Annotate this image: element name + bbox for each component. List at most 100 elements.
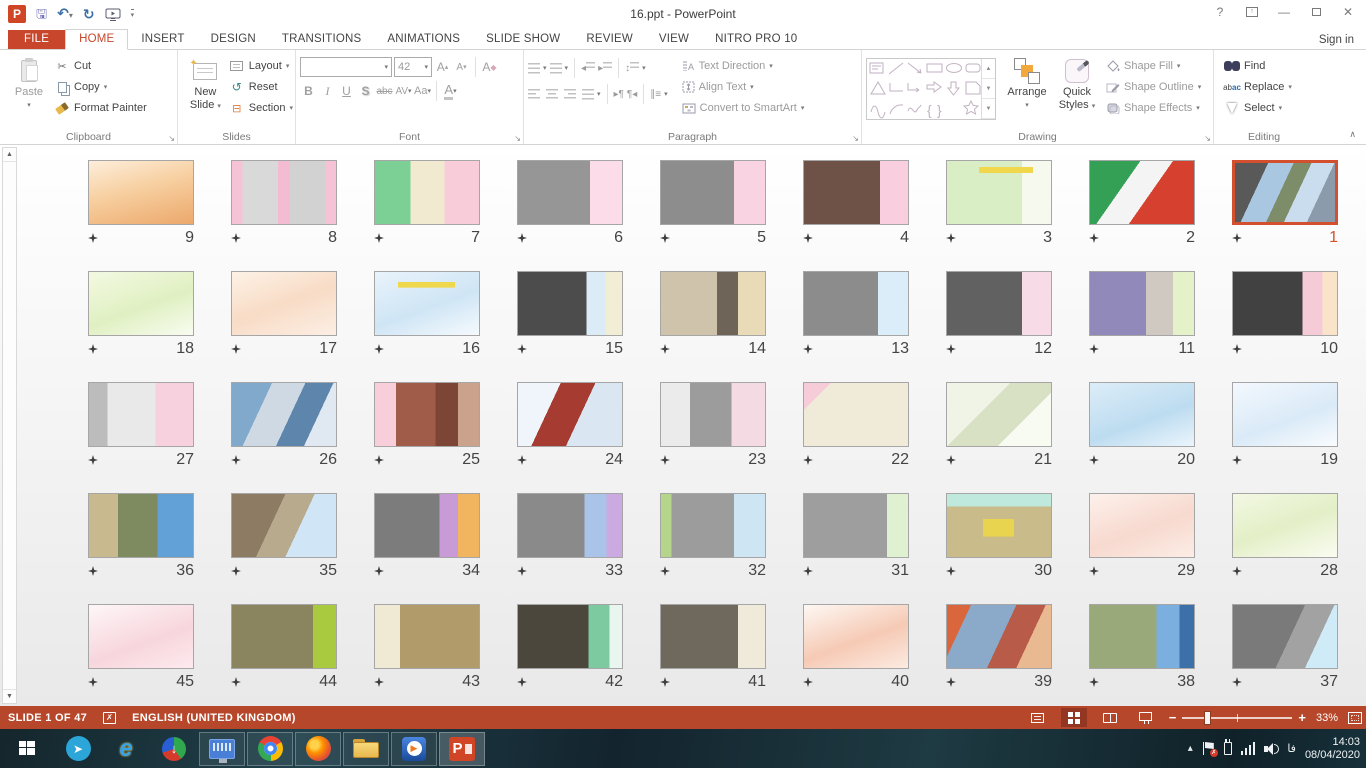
transition-star-icon[interactable] [517, 233, 527, 243]
shapes-gallery[interactable]: { } ▲ ▼ ▼ [866, 58, 996, 120]
taskbar-chrome[interactable] [247, 732, 293, 766]
scroll-up-icon[interactable]: ▲ [3, 148, 16, 162]
taskbar-media-player[interactable]: ▶ [391, 732, 437, 766]
shape-effects-button[interactable]: Shape Effects▾ [1106, 99, 1201, 117]
slide-thumbnail[interactable] [374, 382, 480, 447]
slide-thumbnail[interactable] [803, 160, 909, 225]
select-button[interactable]: Select▾ [1224, 99, 1292, 117]
slide-thumbnail[interactable] [1232, 604, 1338, 669]
italic-button[interactable]: I [319, 82, 336, 100]
transition-star-icon[interactable] [803, 344, 813, 354]
taskbar-telegram[interactable]: ➤ [55, 732, 101, 766]
transition-star-icon[interactable] [946, 455, 956, 465]
transition-star-icon[interactable] [1089, 233, 1099, 243]
slide-thumbnail[interactable] [517, 604, 623, 669]
transition-star-icon[interactable] [1089, 677, 1099, 687]
font-color-button[interactable]: A▾ [442, 82, 459, 100]
slide-thumbnail[interactable] [1089, 493, 1195, 558]
paragraph-dialog-launcher-icon[interactable]: ↘ [852, 134, 859, 143]
transition-star-icon[interactable] [803, 455, 813, 465]
ribbon-display-options-icon[interactable]: ↑ [1238, 2, 1266, 22]
copy-button[interactable]: Copy▾ [54, 78, 147, 96]
transition-star-icon[interactable] [660, 233, 670, 243]
transition-star-icon[interactable] [660, 566, 670, 576]
columns-icon[interactable]: ∥≡ [650, 89, 661, 100]
taskbar-firefox[interactable] [295, 732, 341, 766]
section-button[interactable]: ⊟Section▾ [229, 99, 293, 117]
transition-star-icon[interactable] [88, 455, 98, 465]
slide-show-button[interactable] [1133, 708, 1159, 727]
slide-thumbnail[interactable] [374, 160, 480, 225]
slide-thumbnail[interactable] [517, 493, 623, 558]
justify-icon[interactable] [582, 89, 594, 100]
convert-to-smartart-button[interactable]: Convert to SmartArt▾ [682, 99, 805, 117]
slide-thumbnail[interactable] [1232, 160, 1338, 225]
transition-star-icon[interactable] [88, 233, 98, 243]
transition-star-icon[interactable] [1232, 344, 1242, 354]
transition-star-icon[interactable] [88, 344, 98, 354]
slide-sorter-view-button[interactable] [1061, 708, 1087, 727]
replace-button[interactable]: abacReplace▾ [1224, 78, 1292, 96]
slide-thumbnail[interactable] [231, 604, 337, 669]
change-case-button[interactable]: Aa▾ [414, 82, 431, 100]
network-signal-icon[interactable] [1241, 742, 1256, 755]
increase-indent-icon[interactable]: ▸ [598, 62, 612, 74]
decrease-indent-icon[interactable]: ◂ [581, 62, 595, 74]
shape-outline-button[interactable]: Shape Outline▾ [1106, 78, 1201, 96]
language-indicator[interactable]: ENGLISH (UNITED KINGDOM) [132, 712, 296, 724]
transition-star-icon[interactable] [374, 677, 384, 687]
slide-thumbnail[interactable] [88, 160, 194, 225]
transition-star-icon[interactable] [88, 566, 98, 576]
tab-design[interactable]: DESIGN [198, 30, 269, 49]
slide-thumbnail[interactable] [946, 160, 1052, 225]
transition-star-icon[interactable] [231, 455, 241, 465]
transition-star-icon[interactable] [946, 233, 956, 243]
slide-thumbnail[interactable] [660, 493, 766, 558]
vertical-scrollbar[interactable]: ▲ ▼ [2, 147, 17, 704]
normal-view-button[interactable] [1025, 708, 1051, 727]
right-to-left-icon[interactable]: ¶◂ [627, 89, 637, 100]
transition-star-icon[interactable] [803, 566, 813, 576]
slide-thumbnail[interactable] [660, 271, 766, 336]
slide-thumbnail[interactable] [946, 493, 1052, 558]
slide-thumbnail[interactable] [660, 382, 766, 447]
text-direction-button[interactable]: A Text Direction▾ [682, 57, 805, 75]
fit-slide-to-window-icon[interactable] [1348, 712, 1362, 724]
zoom-percentage[interactable]: 33% [1316, 712, 1338, 724]
font-size-combobox[interactable]: 42▾ [394, 57, 432, 77]
character-spacing-button[interactable]: AV▾ [395, 82, 412, 100]
find-button[interactable]: Find [1224, 57, 1292, 75]
slide-thumbnail[interactable] [803, 271, 909, 336]
slide-thumbnail[interactable] [1089, 160, 1195, 225]
tab-file[interactable]: FILE [8, 30, 65, 49]
transition-star-icon[interactable] [1089, 344, 1099, 354]
transition-star-icon[interactable] [517, 344, 527, 354]
sign-in-link[interactable]: Sign in [1319, 34, 1354, 46]
underline-button[interactable]: U [338, 82, 355, 100]
align-left-icon[interactable] [528, 88, 543, 100]
slide-thumbnail[interactable] [1232, 382, 1338, 447]
help-icon[interactable]: ? [1206, 2, 1234, 22]
bold-button[interactable]: B [300, 82, 317, 100]
transition-star-icon[interactable] [231, 566, 241, 576]
transition-star-icon[interactable] [660, 677, 670, 687]
transition-star-icon[interactable] [946, 677, 956, 687]
decrease-font-size-button[interactable]: A▾ [453, 58, 470, 76]
transition-star-icon[interactable] [374, 344, 384, 354]
hidden-icons-arrow-icon[interactable]: ▴ [1188, 743, 1193, 754]
transition-star-icon[interactable] [660, 455, 670, 465]
slide-thumbnail[interactable] [231, 493, 337, 558]
volume-icon[interactable] [1264, 743, 1278, 755]
slide-thumbnail[interactable] [374, 271, 480, 336]
zoom-slider-thumb[interactable] [1204, 711, 1211, 725]
slide-thumbnail[interactable] [660, 160, 766, 225]
font-name-combobox[interactable]: ▾ [300, 57, 392, 77]
transition-star-icon[interactable] [1089, 455, 1099, 465]
increase-font-size-button[interactable]: A▴ [434, 58, 451, 76]
layout-button[interactable]: Layout▾ [229, 57, 293, 75]
strikethrough-button[interactable]: abc [376, 82, 393, 100]
slide-thumbnail[interactable] [517, 382, 623, 447]
slide-thumbnail[interactable] [803, 604, 909, 669]
align-text-button[interactable]: Align Text▾ [682, 78, 805, 96]
taskbar-remote-viewer[interactable] [199, 732, 245, 766]
